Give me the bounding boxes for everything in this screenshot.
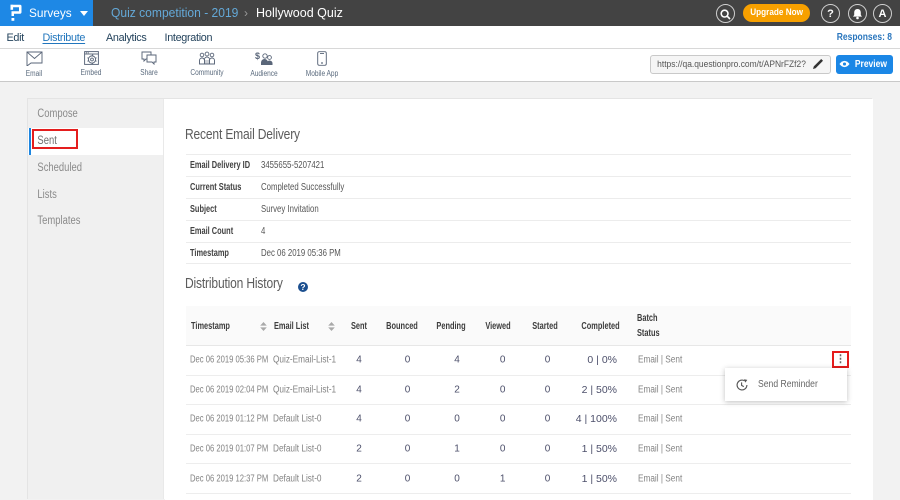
svg-text:$: $	[255, 51, 260, 61]
